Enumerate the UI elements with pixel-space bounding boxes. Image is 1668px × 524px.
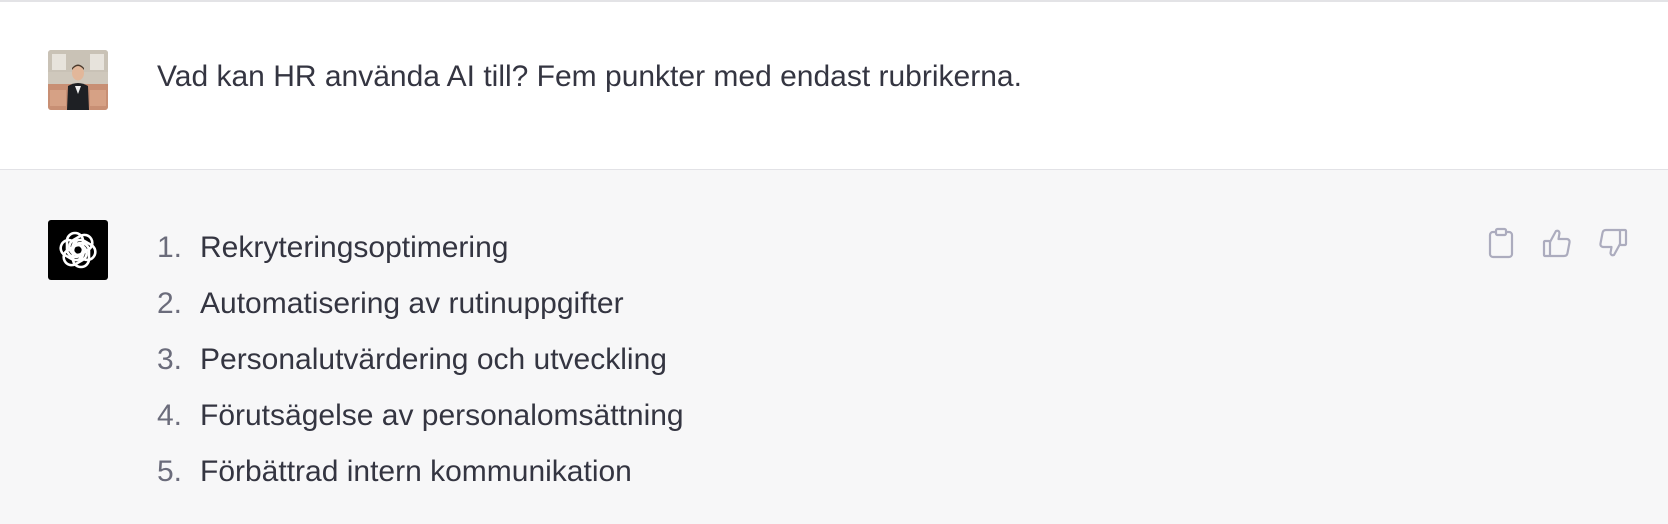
copy-icon	[1488, 227, 1514, 259]
list-item: 1. Rekryteringsoptimering	[157, 228, 684, 284]
thumbs-up-icon	[1542, 229, 1571, 258]
list-item-text: Personalutvärdering och utveckling	[200, 343, 667, 376]
user-avatar	[48, 50, 108, 110]
list-item-text: Förbättrad intern kommunikation	[200, 455, 632, 488]
list-item-number: 5.	[157, 455, 183, 488]
list-item: 2. Automatisering av rutinuppgifter	[157, 284, 684, 340]
list-item-number: 1.	[157, 231, 183, 264]
user-message-row: Vad kan HR använda AI till? Fem punkter …	[0, 2, 1668, 170]
list-item: 3. Personalutvärdering och utveckling	[157, 340, 684, 396]
message-actions	[1484, 226, 1630, 260]
thumbs-up-button[interactable]	[1540, 226, 1574, 260]
thumbs-down-button[interactable]	[1596, 226, 1630, 260]
list-item-number: 3.	[157, 343, 183, 376]
openai-logo-icon	[59, 231, 97, 269]
answer-list: 1. Rekryteringsoptimering 2. Automatiser…	[157, 228, 684, 508]
list-item-text: Rekryteringsoptimering	[200, 231, 509, 264]
list-item-text: Förutsägelse av personalomsättning	[200, 399, 684, 432]
list-item: 5. Förbättrad intern kommunikation	[157, 452, 684, 508]
user-message-text: Vad kan HR använda AI till? Fem punkter …	[157, 60, 1022, 93]
list-item-number: 2.	[157, 287, 183, 320]
list-item-text: Automatisering av rutinuppgifter	[200, 287, 624, 320]
assistant-avatar	[48, 220, 108, 280]
copy-button[interactable]	[1484, 226, 1518, 260]
list-item: 4. Förutsägelse av personalomsättning	[157, 396, 684, 452]
list-item-number: 4.	[157, 399, 183, 432]
assistant-message-row: 1. Rekryteringsoptimering 2. Automatiser…	[0, 170, 1668, 524]
user-photo-avatar-icon	[48, 50, 108, 110]
thumbs-down-icon	[1599, 228, 1628, 257]
